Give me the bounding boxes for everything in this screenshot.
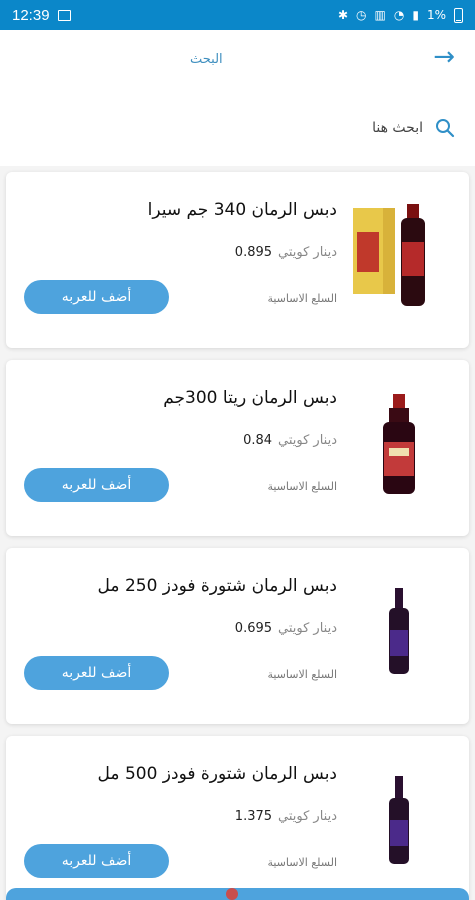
search-icon[interactable] [435,118,455,138]
status-time: 12:39 [12,6,50,24]
product-card[interactable]: دبس الرمان ريتا 300جم 0.84 دينار كويتي ال… [6,360,469,536]
alarm-icon: ◷ [356,8,367,22]
gallery-icon [57,9,71,21]
product-card[interactable]: دبس الرمان 340 جم سيرا 0.895 دينار كويتي … [6,172,469,348]
product-price: 0.895 دينار كويتي [235,245,337,260]
wifi-icon: ◔ [393,8,405,22]
price-value: 0.84 [243,433,273,448]
add-to-cart-button[interactable]: أضف للعربه [24,656,169,690]
signal-icon: ▮ [412,8,419,22]
add-to-cart-button[interactable]: أضف للعربه [24,468,169,502]
price-value: 1.375 [234,809,273,824]
status-icons: ✱ ◷ ▥ ◔ ▮ 1% [337,7,463,23]
product-card[interactable]: دبس الرمان شتورة فودز 500 مل 1.375 دينار … [6,736,469,900]
product-name: دبس الرمان ريتا 300جم [163,388,337,408]
bluetooth-icon: ✱ [337,8,349,22]
product-name: دبس الرمان شتورة فودز 250 مل [97,576,337,596]
product-image [389,588,409,674]
status-bar: 12:39 ✱ ◷ ▥ ◔ ▮ 1% [0,0,475,30]
battery-percent: 1% [426,8,446,22]
price-currency: دينار كويتي [278,433,337,448]
product-category: السلع الاساسية [267,480,337,493]
price-value: 0.695 [234,621,273,636]
product-price: 1.375 دينار كويتي [235,809,337,824]
product-category: السلع الاساسية [267,668,337,681]
product-price: 0.695 دينار كويتي [235,621,337,636]
product-category: السلع الاساسية [267,856,337,869]
product-image [353,204,425,306]
product-price: 0.84 دينار كويتي [243,433,337,448]
vibrate-icon: ▥ [374,8,386,22]
product-image [389,776,409,864]
add-to-cart-button[interactable]: أضف للعربه [24,844,169,878]
product-name: دبس الرمان شتورة فودز 500 مل [97,764,337,784]
cart-badge-icon [226,888,238,900]
search-row[interactable]: ابحث هنا [0,92,475,166]
product-category: السلع الاساسية [267,292,337,305]
price-currency: دينار كويتي [278,621,337,636]
top-app-bar: البحث → [0,30,475,92]
price-currency: دينار كويتي [278,809,337,824]
product-name: دبس الرمان 340 جم سيرا [147,200,337,220]
price-value: 0.895 [234,245,273,260]
price-currency: دينار كويتي [278,245,337,260]
add-to-cart-button[interactable]: أضف للعربه [24,280,169,314]
battery-icon [454,7,463,23]
back-arrow-icon[interactable]: → [433,44,455,70]
search-input[interactable]: ابحث هنا [372,120,423,136]
product-card[interactable]: دبس الرمان شتورة فودز 250 مل 0.695 دينار … [6,548,469,724]
product-image [383,394,415,494]
page-title: البحث [190,52,223,67]
